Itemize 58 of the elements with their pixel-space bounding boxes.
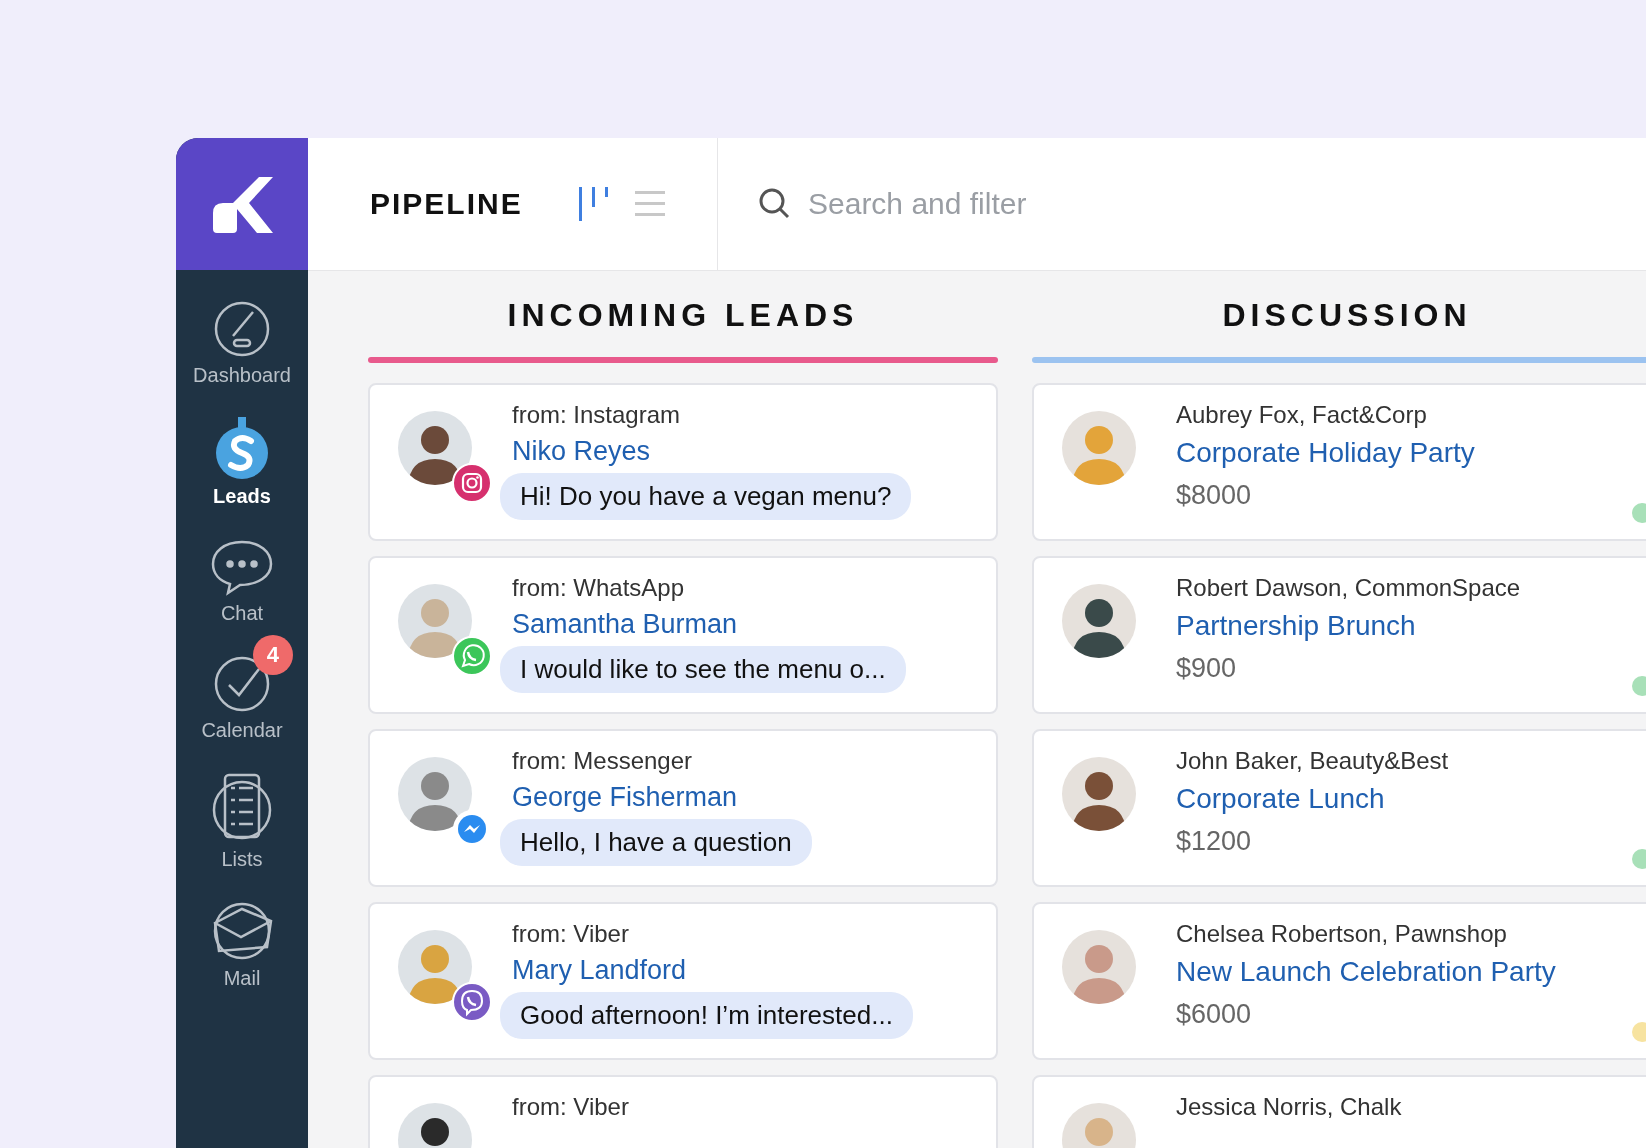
message-bubble: Good afternoon! I’m interested... (500, 992, 913, 1039)
deal-title-link[interactable]: Corporate Holiday Party (1176, 431, 1475, 475)
message-bubble: Hi! Do you have a vegan menu? (500, 473, 912, 520)
lead-source: from: WhatsApp (512, 573, 685, 603)
sidebar-item[interactable]: Chat (198, 516, 286, 625)
deal-title-link[interactable]: New Launch Celebration Party (1176, 950, 1556, 994)
column-title: INCOMING LEADS (506, 297, 860, 335)
sidebar-item[interactable]: Dashboard (181, 278, 303, 387)
deal-amount: $8000 (1176, 479, 1252, 512)
notification-badge: 4 (253, 635, 293, 675)
logo[interactable] (176, 138, 308, 270)
contact-company: Chelsea Robertson, Pawnshop (1176, 919, 1507, 949)
deal-amount: $900 (1176, 652, 1237, 685)
contact-name-link[interactable]: Mary Landford (512, 950, 687, 990)
columns-icon (578, 187, 609, 221)
search-field[interactable]: Search and filter (806, 186, 1310, 222)
camera-icon (452, 463, 492, 503)
sidebar-item[interactable]: Mail (197, 879, 287, 990)
search-icon (758, 187, 792, 221)
deal-card[interactable]: John Baker, Beauty&Best Corporate Lunch $1200 (1032, 729, 1646, 887)
list-icon (211, 772, 273, 842)
contact-company: John Baker, Beauty&Best (1176, 746, 1449, 776)
contact-company: Jessica Norris, Chalk (1176, 1092, 1402, 1122)
lead-card[interactable]: from: Viber (368, 1075, 998, 1148)
deal-card[interactable]: Jessica Norris, Chalk (1032, 1075, 1646, 1148)
sidebar-item[interactable]: Lists (199, 750, 285, 871)
phone-icon (452, 982, 492, 1022)
sidebar-item[interactable]: 4 Calendar (189, 633, 295, 742)
lead-card[interactable]: from: WhatsApp Samantha Burman I would like to see the menu o... (368, 556, 998, 714)
deal-amount: $6000 (1176, 998, 1252, 1031)
contact-name-link[interactable]: George Fisherman (512, 777, 738, 817)
deal-card[interactable]: Robert Dawson, CommonSpace Partnership Brunch $900 (1032, 556, 1646, 714)
chat-bubble-icon (210, 538, 274, 596)
deal-title-link[interactable]: Partnership Brunch (1176, 604, 1416, 648)
phone-bubble-icon (452, 636, 492, 676)
dollar-icon (213, 417, 271, 479)
contact-company: Aubrey Fox, Fact&Corp (1176, 400, 1427, 430)
lead-card[interactable]: from: Instagram Niko Reyes Hi! Do you have a vegan menu? (368, 383, 998, 541)
lead-card[interactable]: from: Messenger George Fisherman Hello, I have a question (368, 729, 998, 887)
deal-amount: $1200 (1176, 825, 1252, 858)
contact-name-link[interactable]: Niko Reyes (512, 431, 651, 471)
gauge-icon (213, 300, 271, 358)
deal-title-link[interactable]: Corporate Lunch (1176, 777, 1385, 821)
lead-source: from: Viber (512, 919, 629, 949)
deal-card[interactable]: Chelsea Robertson, Pawnshop New Launch Celebration Party $6000 (1032, 902, 1646, 1060)
lead-source: from: Messenger (512, 746, 693, 776)
lead-card[interactable]: from: Viber Mary Landford Good afternoon! I’m interested... (368, 902, 998, 1060)
lead-source: from: Viber (512, 1092, 629, 1122)
deal-card[interactable]: Aubrey Fox, Fact&Corp Corporate Holiday Party $8000 (1032, 383, 1646, 541)
lead-source: from: Instagram (512, 400, 681, 430)
message-bubble: I would like to see the menu o... (500, 646, 906, 693)
sidebar-item[interactable]: Leads (201, 395, 283, 508)
contact-company: Robert Dawson, CommonSpace (1176, 573, 1521, 603)
column-title: DISCUSSION (1221, 297, 1473, 335)
contact-name-link[interactable]: Samantha Burman (512, 604, 738, 644)
page-title: PIPELINE (370, 187, 523, 221)
menu-icon (634, 189, 665, 219)
message-bubble: Hello, I have a question (500, 819, 812, 866)
